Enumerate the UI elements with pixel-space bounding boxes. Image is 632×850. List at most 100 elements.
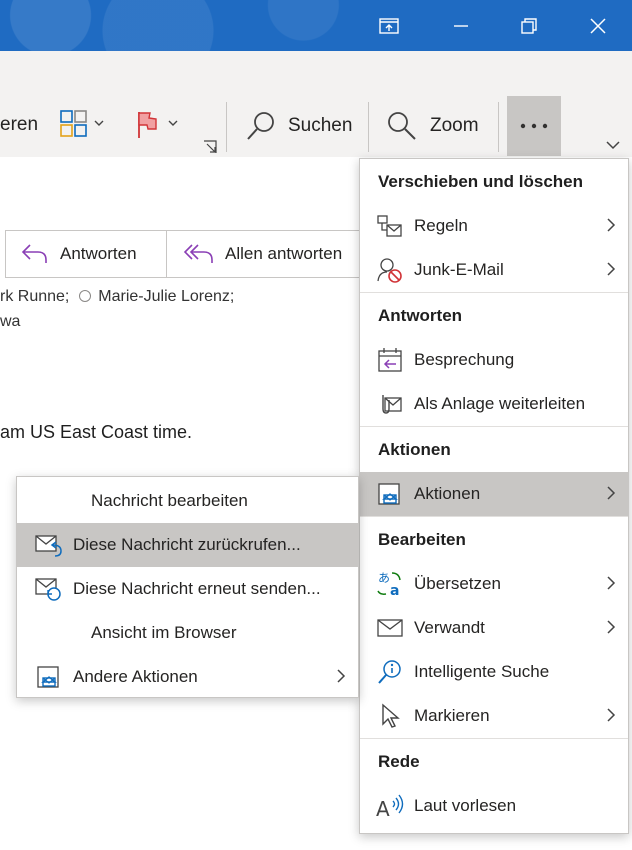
recipient-name[interactable]: wa xyxy=(0,313,20,330)
menu-item-label: Nachricht bearbeiten xyxy=(91,491,248,510)
menu-item-related[interactable]: Verwandt xyxy=(360,606,628,650)
menu-item-read-aloud[interactable]: A Laut vorlesen xyxy=(360,784,628,828)
submenu-item-view-in-browser[interactable]: Ansicht im Browser xyxy=(17,611,358,655)
menu-item-label: Andere Aktionen xyxy=(73,667,198,686)
search-icon xyxy=(247,112,274,140)
select-icon xyxy=(376,702,404,730)
more-commands-menu: Verschieben und löschen Regeln Junk-E-Ma… xyxy=(359,158,629,834)
other-actions-icon xyxy=(35,663,63,691)
ribbon-dialog-launcher[interactable] xyxy=(203,140,217,154)
actions-submenu: Nachricht bearbeiten Diese Nachricht zur… xyxy=(16,476,359,698)
menu-item-forward-as-attachment[interactable]: Als Anlage weiterleiten xyxy=(360,382,628,426)
submenu-item-recall-message[interactable]: Diese Nachricht zurückrufen... xyxy=(17,523,358,567)
svg-text:あ: あ xyxy=(378,571,390,585)
submenu-item-edit-message[interactable]: Nachricht bearbeiten xyxy=(17,479,358,523)
actions-icon xyxy=(376,480,404,508)
menu-item-label: Übersetzen xyxy=(414,574,501,593)
menu-section-title: Bearbeiten xyxy=(378,529,466,549)
zoom-label: Zoom xyxy=(430,115,479,136)
flag-icon xyxy=(138,112,178,138)
menu-item-label: Intelligente Suche xyxy=(414,662,550,681)
menu-item-label: Junk-E-Mail xyxy=(414,260,504,279)
read-aloud-icon: A xyxy=(376,792,404,820)
chevron-right-icon xyxy=(606,707,616,728)
ribbon-display-icon xyxy=(379,17,399,34)
menu-item-smart-lookup[interactable]: Intelligente Suche xyxy=(360,650,628,694)
resend-icon xyxy=(35,575,63,603)
categorize-icon xyxy=(60,110,104,137)
reply-button[interactable]: Antworten xyxy=(5,230,167,278)
restore-icon xyxy=(521,17,537,34)
reply-all-icon xyxy=(183,244,213,263)
smart-lookup-icon xyxy=(376,658,404,686)
recipients-line-2: wa xyxy=(0,313,20,331)
junk-icon xyxy=(376,256,404,284)
menu-item-label: Laut vorlesen xyxy=(414,796,517,815)
chevron-right-icon xyxy=(606,217,616,238)
minimize-button[interactable] xyxy=(438,0,484,51)
reply-label: Antworten xyxy=(60,244,137,263)
menu-item-label: Markieren xyxy=(414,706,490,725)
submenu-item-resend-message[interactable]: Diese Nachricht erneut senden... xyxy=(17,567,358,611)
menu-section-title: Antworten xyxy=(378,305,463,325)
recipients-line: rk Runne; Marie-Julie Lorenz; xyxy=(0,288,234,306)
menu-item-label: Aktionen xyxy=(414,484,481,503)
ribbon-partial-label: eren xyxy=(0,114,39,135)
menu-item-label: Regeln xyxy=(414,216,468,235)
menu-section-title: Aktionen xyxy=(378,439,451,459)
chevron-right-icon xyxy=(606,619,616,640)
chevron-right-icon xyxy=(606,575,616,596)
categorize-button[interactable] xyxy=(60,110,104,140)
svg-text:a: a xyxy=(390,583,399,597)
translate-icon: あa xyxy=(376,570,404,598)
menu-item-label: Besprechung xyxy=(414,350,515,369)
menu-section-title: Rede xyxy=(378,751,420,771)
chevron-down-icon xyxy=(606,141,620,150)
menu-item-label: Als Anlage weiterleiten xyxy=(414,394,586,413)
menu-item-select[interactable]: Markieren xyxy=(360,694,628,738)
menu-item-rules[interactable]: Regeln xyxy=(360,204,628,248)
recipient-name[interactable]: Marie-Julie Lorenz; xyxy=(98,288,234,305)
zoom-icon xyxy=(388,112,416,140)
ribbon-separator xyxy=(226,102,227,152)
menu-item-label: Diese Nachricht erneut senden... xyxy=(73,579,321,598)
submenu-item-other-actions[interactable]: Andere Aktionen xyxy=(17,655,358,699)
search-button[interactable]: Suchen xyxy=(246,111,352,141)
launcher-icon xyxy=(204,140,217,153)
menu-item-label: Verwandt xyxy=(414,618,485,637)
follow-up-button[interactable] xyxy=(136,110,184,140)
chevron-right-icon xyxy=(606,485,616,506)
reply-all-button[interactable]: Allen antworten xyxy=(167,230,362,278)
recall-icon xyxy=(35,531,63,559)
chevron-right-icon xyxy=(606,261,616,282)
reply-all-label: Allen antworten xyxy=(225,244,343,263)
minimize-icon xyxy=(454,24,468,27)
restore-button[interactable] xyxy=(506,0,552,51)
ribbon-partial-button[interactable]: eren xyxy=(0,114,38,136)
presence-icon xyxy=(78,290,91,302)
menu-item-label: Ansicht im Browser xyxy=(91,623,237,642)
reply-icon xyxy=(21,244,47,263)
menu-item-label: Diese Nachricht zurückrufen... xyxy=(73,535,301,554)
menu-item-meeting[interactable]: Besprechung xyxy=(360,338,628,382)
message-body-text: am US East Coast time. xyxy=(0,422,193,442)
recipient-name[interactable]: rk Runne; xyxy=(0,288,69,305)
zoom-button[interactable]: Zoom xyxy=(386,111,479,141)
menu-item-translate[interactable]: あa Übersetzen xyxy=(360,562,628,606)
menu-item-actions[interactable]: Aktionen xyxy=(360,472,628,516)
attachment-icon xyxy=(376,390,404,418)
title-bar xyxy=(0,0,632,51)
chevron-right-icon xyxy=(336,668,346,689)
more-commands-button[interactable] xyxy=(507,96,561,156)
close-icon xyxy=(590,17,606,34)
ribbon-collapse-button[interactable] xyxy=(605,140,621,150)
related-icon xyxy=(376,614,404,642)
menu-item-junk[interactable]: Junk-E-Mail xyxy=(360,248,628,292)
search-label: Suchen xyxy=(288,115,353,136)
reply-toolbar: Antworten Allen antworten xyxy=(5,230,362,278)
rules-icon xyxy=(376,212,404,240)
meeting-icon xyxy=(376,346,404,374)
close-button[interactable] xyxy=(575,0,621,51)
ribbon-display-options-button[interactable] xyxy=(366,0,412,51)
ribbon-separator xyxy=(498,102,499,152)
